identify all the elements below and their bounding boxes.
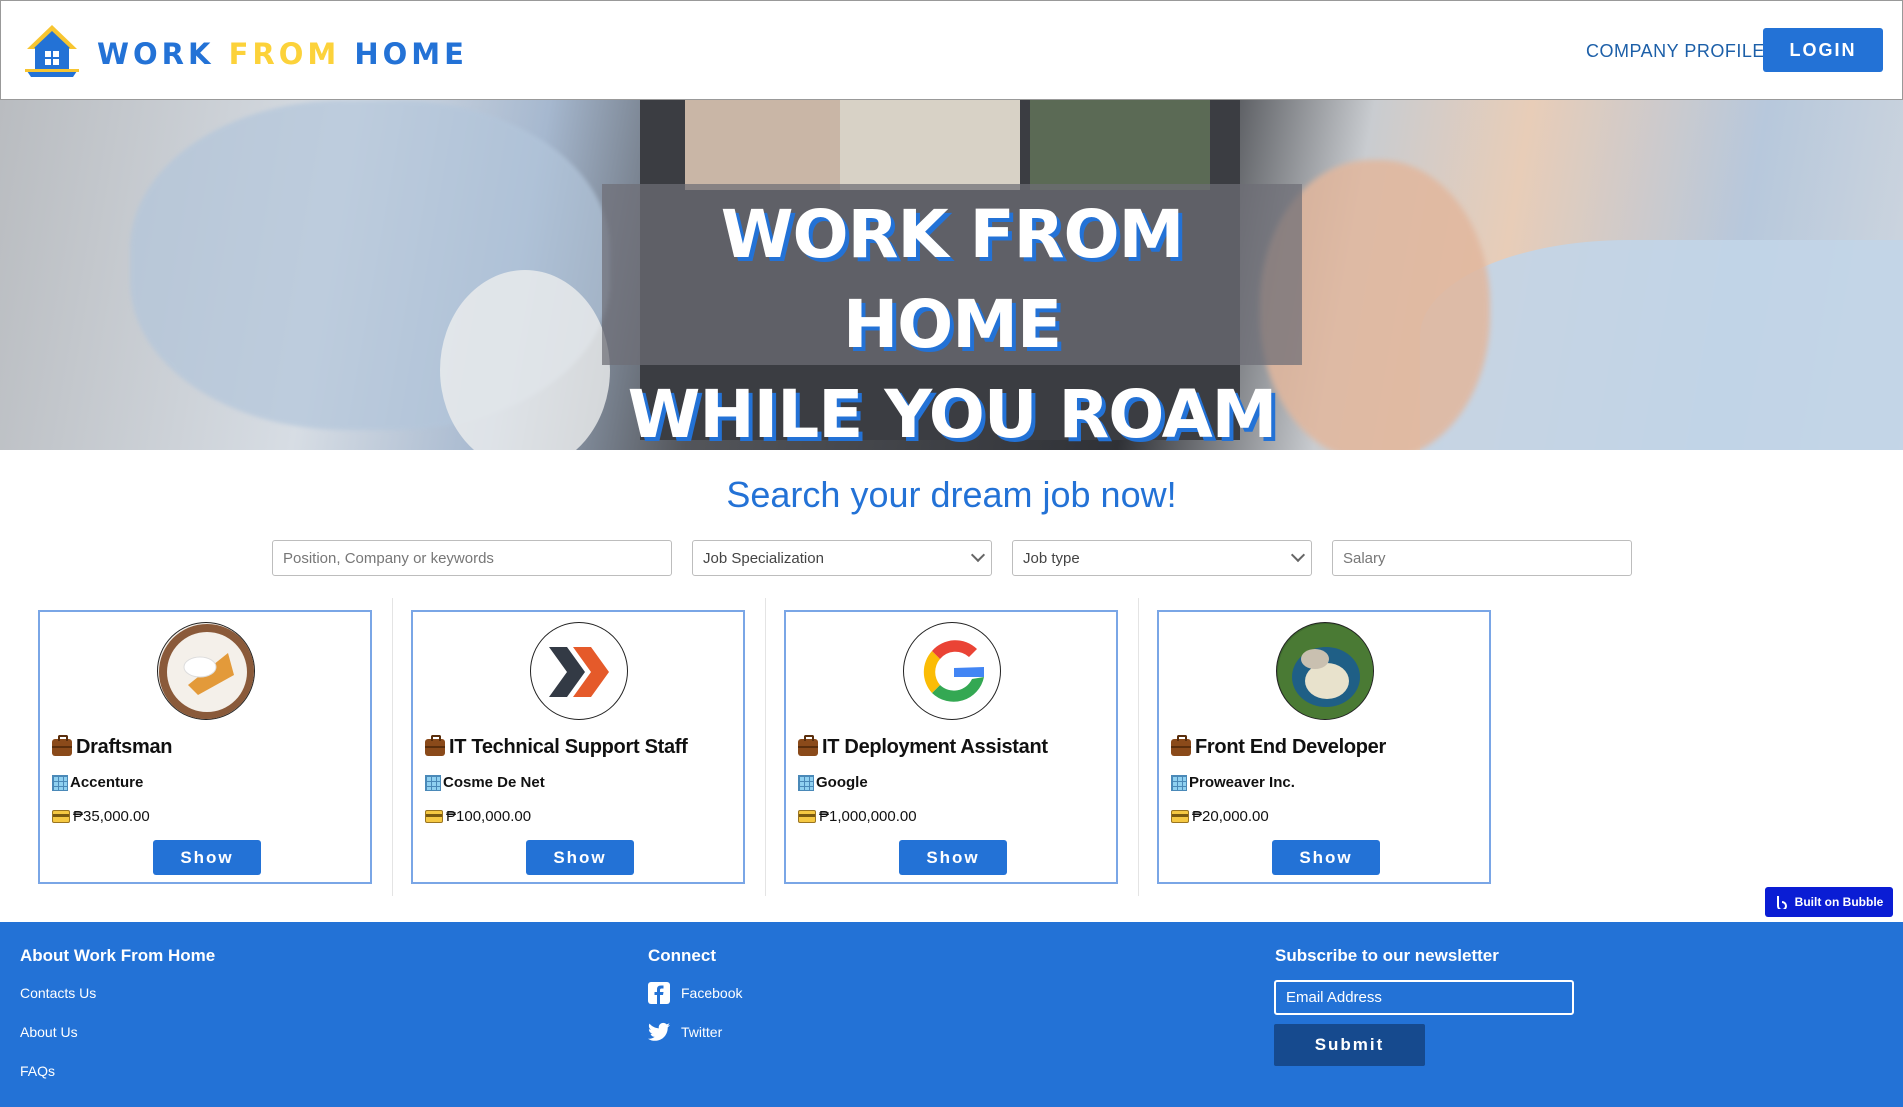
card-divider xyxy=(765,598,766,896)
job-salary: ₱35,000.00 xyxy=(52,808,150,825)
connect-heading: Connect xyxy=(648,946,716,965)
job-salary-text: ₱100,000.00 xyxy=(446,808,532,825)
office-building-icon xyxy=(425,774,441,791)
briefcase-icon xyxy=(425,735,445,756)
company-avatar xyxy=(903,622,1001,720)
company-name: Google xyxy=(798,774,868,791)
hero-title: WORK FROM HOME WHILE YOU ROAM xyxy=(602,190,1302,450)
company-name-text: Accenture xyxy=(70,774,144,791)
snorlax-icon xyxy=(1278,624,1373,719)
built-on-bubble-label: Built on Bubble xyxy=(1794,895,1884,909)
job-salary: ₱100,000.00 xyxy=(425,808,531,825)
job-salary-text: ₱35,000.00 xyxy=(73,808,150,825)
office-building-icon xyxy=(1171,774,1187,791)
keyword-search-placeholder: Position, Company or keywords xyxy=(283,549,494,567)
company-name: Cosme De Net xyxy=(425,774,545,791)
built-on-bubble-badge[interactable]: Built on Bubble xyxy=(1765,887,1893,917)
job-title-text: Draftsman xyxy=(76,736,173,758)
brand-word-from: FROM xyxy=(228,37,341,71)
job-card: IT Deployment Assistant Google ₱1,000,00… xyxy=(784,610,1118,884)
hero-banner: WORK FROM HOME WHILE YOU ROAM xyxy=(0,100,1903,450)
job-title: Draftsman xyxy=(52,735,173,759)
house-laptop-logo-icon[interactable] xyxy=(23,23,81,79)
job-card: IT Technical Support Staff Cosme De Net … xyxy=(411,610,745,884)
food-plate-icon xyxy=(159,624,254,719)
show-job-button[interactable]: Show xyxy=(526,840,634,875)
credit-card-icon xyxy=(1171,810,1189,823)
footer: About Work From Home Contacts Us About U… xyxy=(0,922,1903,1107)
brand-word-work: WORK xyxy=(97,37,215,71)
job-title: IT Deployment Assistant xyxy=(798,735,1048,759)
about-us-link[interactable]: About Us xyxy=(20,1024,78,1040)
company-name-text: Google xyxy=(816,774,868,791)
company-avatar xyxy=(157,622,255,720)
job-type-select[interactable]: Job type xyxy=(1012,540,1312,576)
login-button[interactable]: LOGIN xyxy=(1763,28,1883,72)
company-name: Proweaver Inc. xyxy=(1171,774,1295,791)
office-building-icon xyxy=(798,774,814,791)
job-card: Draftsman Accenture ₱35,000.00 Show xyxy=(38,610,372,884)
company-name-text: Cosme De Net xyxy=(443,774,545,791)
job-title-text: IT Deployment Assistant xyxy=(822,736,1048,758)
company-profiles-link[interactable]: COMPANY PROFILES xyxy=(1586,41,1777,62)
job-salary-text: ₱20,000.00 xyxy=(1192,808,1269,825)
google-logo-icon xyxy=(923,640,984,702)
credit-card-icon xyxy=(798,810,816,823)
job-card: Front End Developer Proweaver Inc. ₱20,0… xyxy=(1157,610,1491,884)
job-title-text: IT Technical Support Staff xyxy=(449,736,688,758)
job-salary: ₱1,000,000.00 xyxy=(798,808,917,825)
briefcase-icon xyxy=(1171,735,1191,756)
arrow-logo-icon xyxy=(549,647,609,697)
credit-card-icon xyxy=(52,810,70,823)
job-salary: ₱20,000.00 xyxy=(1171,808,1269,825)
hero-video-tile xyxy=(840,100,1020,190)
briefcase-icon xyxy=(798,735,818,756)
job-type-value: Job type xyxy=(1023,549,1080,567)
office-building-icon xyxy=(52,774,68,791)
chevron-down-icon xyxy=(970,547,986,563)
job-specialization-value: Job Specialization xyxy=(703,549,824,567)
credit-card-icon xyxy=(425,810,443,823)
about-heading: About Work From Home xyxy=(20,946,216,965)
top-navbar: WORK FROM HOME COMPANY PROFILES LOGIN xyxy=(0,0,1903,100)
salary-placeholder: Salary xyxy=(1343,549,1386,567)
brand-name[interactable]: WORK FROM HOME xyxy=(97,37,468,71)
job-specialization-select[interactable]: Job Specialization xyxy=(692,540,992,576)
hero-video-tile xyxy=(1030,100,1210,190)
newsletter-email-input[interactable]: Email Address xyxy=(1274,980,1574,1015)
twitter-link[interactable]: Twitter xyxy=(681,1024,722,1040)
contacts-us-link[interactable]: Contacts Us xyxy=(20,985,96,1001)
hero-title-line2: WHILE YOU ROAM xyxy=(627,376,1278,450)
chevron-down-icon xyxy=(1290,547,1306,563)
hero-photo-shirt xyxy=(1420,240,1903,450)
facebook-icon[interactable] xyxy=(648,982,670,1004)
company-name-text: Proweaver Inc. xyxy=(1189,774,1295,791)
job-title: Front End Developer xyxy=(1171,735,1386,759)
company-name: Accenture xyxy=(52,774,143,791)
job-title-text: Front End Developer xyxy=(1195,736,1386,758)
email-placeholder: Email Address xyxy=(1286,989,1382,1006)
job-title: IT Technical Support Staff xyxy=(425,735,688,759)
twitter-icon[interactable] xyxy=(648,1022,670,1042)
newsletter-submit-button[interactable]: Submit xyxy=(1274,1024,1425,1066)
faqs-link[interactable]: FAQs xyxy=(20,1063,55,1079)
keyword-search-input[interactable]: Position, Company or keywords xyxy=(272,540,672,576)
newsletter-heading: Subscribe to our newsletter xyxy=(1275,946,1499,965)
briefcase-icon xyxy=(52,735,72,756)
card-divider xyxy=(392,598,393,896)
salary-input[interactable]: Salary xyxy=(1332,540,1632,576)
search-heading: Search your dream job now! xyxy=(726,474,1177,515)
show-job-button[interactable]: Show xyxy=(1272,840,1380,875)
facebook-link[interactable]: Facebook xyxy=(681,985,742,1001)
bubble-logo-icon xyxy=(1776,896,1787,909)
show-job-button[interactable]: Show xyxy=(899,840,1007,875)
card-divider xyxy=(1138,598,1139,896)
job-salary-text: ₱1,000,000.00 xyxy=(819,808,917,825)
show-job-button[interactable]: Show xyxy=(153,840,261,875)
company-avatar xyxy=(530,622,628,720)
hero-title-line1: WORK FROM HOME xyxy=(720,196,1185,363)
company-avatar xyxy=(1276,622,1374,720)
brand-word-home: HOME xyxy=(354,37,468,71)
hero-video-tile xyxy=(685,100,865,190)
